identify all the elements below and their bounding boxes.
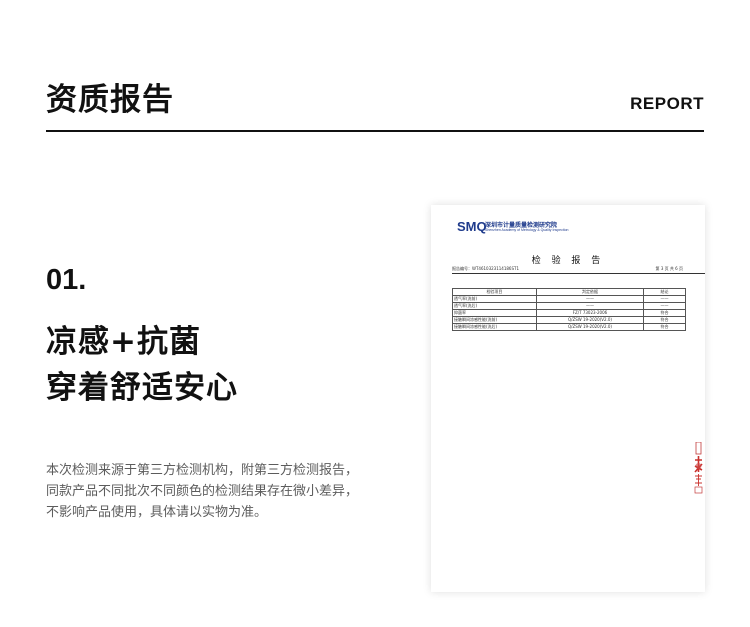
table-cell: 接触瞬间凉感性能(洗后) xyxy=(452,323,537,331)
smq-logo: SMQ xyxy=(457,219,487,234)
table-cell: FZ/T 73023-2006 xyxy=(535,309,645,317)
table-cell: 透气率(洗前) xyxy=(452,295,537,303)
table-cell: —— xyxy=(643,302,686,310)
table-row: 接触瞬间凉感性能(洗后) Q/ZSW 19-2020(V2.0) 符合 xyxy=(452,323,686,331)
section-number: 01. xyxy=(46,264,87,296)
table-cell: 抑菌率 xyxy=(452,309,537,317)
table-header-cell: 结论 xyxy=(643,288,686,296)
table-cell: 透气率(洗后) xyxy=(452,302,537,310)
page-title: 资质报告 xyxy=(46,82,174,118)
headline-line-1: 凉感+抗菌 xyxy=(46,324,201,360)
note-line-1: 本次检测来源于第三方检测机构，附第三方检测报告， xyxy=(46,463,359,478)
document-title: 检 验 报 告 xyxy=(531,256,605,266)
report-number: 报告编号：WT4610323114186ST1 xyxy=(452,266,520,271)
table-cell: 符合 xyxy=(643,309,686,317)
table-header-row: 检验项目 判定依据 结论 xyxy=(452,288,686,296)
headline-line-2: 穿着舒适安心 xyxy=(46,370,238,406)
page-tag: REPORT xyxy=(630,94,704,113)
table-header-cell: 判定依据 xyxy=(535,288,645,296)
table-cell: —— xyxy=(643,295,686,303)
table-row: 透气率(洗前) —— —— xyxy=(452,295,686,303)
table-cell: 符合 xyxy=(643,316,686,324)
results-table: 检验项目 判定依据 结论 透气率(洗前) —— —— 透气率(洗后) —— ——… xyxy=(452,288,686,331)
note-line-3: 不影响产品使用，具体请以实物为准。 xyxy=(46,505,268,520)
table-cell: Q/ZSW 19-2020(V2.0) xyxy=(535,316,645,324)
table-cell: —— xyxy=(535,295,645,303)
note-line-2: 同款产品不同批次不同颜色的检测结果存在微小差异， xyxy=(46,484,359,499)
page-info: 第 3 页 共 6 页 xyxy=(655,266,683,271)
report-document: SMQ 深圳市计量质量检测研究院 Shenzhen Academy of Met… xyxy=(431,205,705,592)
table-cell: —— xyxy=(535,302,645,310)
table-cell: 接触瞬间凉感性能(洗前) xyxy=(452,316,537,324)
table-cell: 符合 xyxy=(643,323,686,331)
table-row: 抑菌率 FZ/T 73023-2006 符合 xyxy=(452,309,686,317)
red-seal-icon xyxy=(694,442,703,494)
table-row: 透气率(洗后) —— —— xyxy=(452,302,686,310)
table-header-cell: 检验项目 xyxy=(452,288,537,296)
document-divider xyxy=(452,273,705,274)
table-row: 接触瞬间凉感性能(洗前) Q/ZSW 19-2020(V2.0) 符合 xyxy=(452,316,686,324)
org-name-en: Shenzhen Academy of Metrology & Quality … xyxy=(485,228,569,232)
table-cell: Q/ZSW 19-2020(V2.0) xyxy=(535,323,645,331)
header-divider xyxy=(46,130,704,132)
